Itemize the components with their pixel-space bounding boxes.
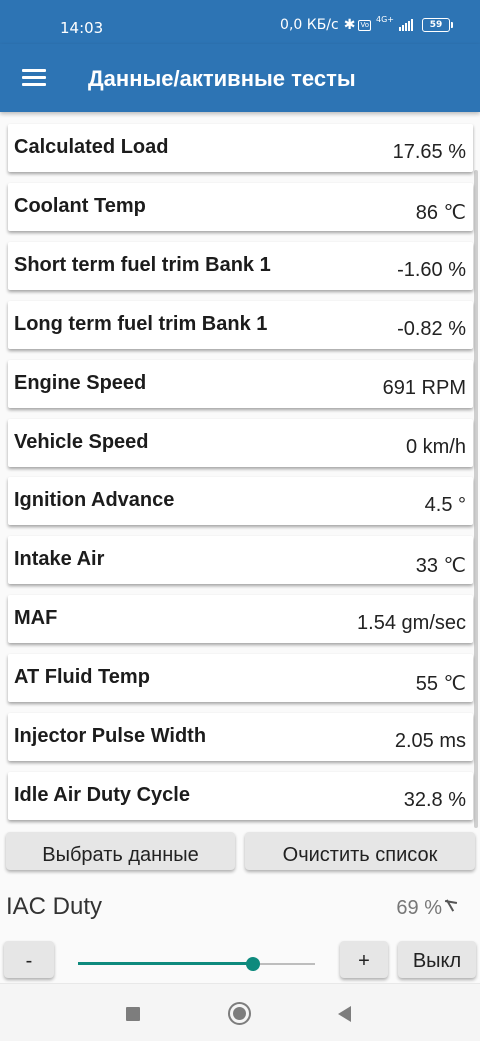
parameter-name: Engine Speed xyxy=(14,371,147,394)
parameter-name: Vehicle Speed xyxy=(14,430,149,453)
parameter-row[interactable]: AT Fluid Temp 55 ℃ xyxy=(8,654,473,703)
slider-thumb[interactable] xyxy=(246,957,261,971)
parameter-row[interactable]: Idle Air Duty Cycle 32.8 % xyxy=(8,771,473,820)
battery-level: 59 xyxy=(429,20,443,30)
battery-icon: 59 xyxy=(422,18,453,32)
clear-list-button[interactable]: Очистить список xyxy=(245,832,475,870)
parameter-name: Ignition Advance xyxy=(14,489,175,512)
parameter-row[interactable]: Intake Air 33 ℃ xyxy=(8,536,473,585)
slider-fill xyxy=(78,962,254,965)
parameter-row[interactable]: Ignition Advance 4.5 ° xyxy=(8,477,473,526)
iac-duty-slider[interactable] xyxy=(78,954,315,974)
status-bar: 14:03 0,0 КБ/с ✱ Vo 4G+ 59 xyxy=(0,0,480,44)
parameter-value: 33 ℃ xyxy=(415,555,466,578)
parameter-value: 17.65 % xyxy=(392,141,466,163)
parameter-list[interactable]: Calculated Load 17.65 % Coolant Temp 86 ℃ Sh… xyxy=(0,112,480,828)
system-navigation-bar xyxy=(0,983,480,1041)
parameter-value: 4.5 ° xyxy=(424,494,466,517)
page-title: Данные/активные тесты xyxy=(88,66,356,91)
parameter-row[interactable]: Short term fuel trim Bank 1 -1.60 % xyxy=(8,241,473,290)
hamburger-menu-icon[interactable] xyxy=(22,69,46,87)
parameter-value: -0.82 % xyxy=(397,317,466,340)
parameter-name: AT Fluid Temp xyxy=(14,666,150,689)
bluetooth-icon: ✱ xyxy=(343,17,356,33)
parameter-name: Idle Air Duty Cycle xyxy=(14,783,190,806)
active-test-value: 69 % xyxy=(396,897,442,919)
network-type-label: 4G+ xyxy=(376,14,394,24)
parameter-value: 0 km/h xyxy=(405,435,466,458)
decrease-button[interactable]: - xyxy=(4,941,54,978)
increase-button[interactable]: + xyxy=(340,941,388,978)
app-bar: Данные/активные тесты xyxy=(0,44,480,112)
parameter-row[interactable]: Calculated Load 17.65 % xyxy=(8,124,473,172)
network-speed: 0,0 КБ/с xyxy=(280,17,339,33)
back-icon[interactable] xyxy=(338,1006,351,1022)
parameter-name: Intake Air xyxy=(14,548,105,571)
parameter-row[interactable]: MAF 1.54 gm/sec xyxy=(8,595,473,644)
home-icon[interactable] xyxy=(228,1002,251,1025)
parameter-row[interactable]: Long term fuel trim Bank 1 -0.82 % xyxy=(8,300,473,349)
parameter-value: -1.60 % xyxy=(397,258,466,281)
parameter-value: 55 ℃ xyxy=(415,673,466,696)
volte-icon: Vo xyxy=(358,19,371,31)
signal-strength-icon xyxy=(399,19,413,31)
parameter-name: Short term fuel trim Bank 1 xyxy=(14,253,271,276)
parameter-row[interactable]: Vehicle Speed 0 km/h xyxy=(8,418,473,467)
parameter-name: Injector Pulse Width xyxy=(14,725,207,747)
status-indicators: 0,0 КБ/с ✱ Vo 4G+ 59 xyxy=(280,14,453,33)
parameter-name: Calculated Load xyxy=(14,136,169,158)
active-test-label: IAC Duty xyxy=(6,893,103,920)
parameter-name: Coolant Temp xyxy=(14,194,146,217)
scrollbar[interactable] xyxy=(474,170,478,828)
parameter-name: Long term fuel trim Bank 1 xyxy=(14,312,268,335)
parameter-row[interactable]: Injector Pulse Width 2.05 ms xyxy=(8,713,473,761)
no-signal-icon xyxy=(443,898,457,912)
parameter-value: 691 RPM xyxy=(382,376,466,399)
parameter-value: 86 ℃ xyxy=(415,201,466,224)
parameter-value: 1.54 gm/sec xyxy=(357,612,466,635)
parameter-name: MAF xyxy=(14,607,58,630)
off-button[interactable]: Выкл xyxy=(398,941,476,978)
parameter-row[interactable]: Coolant Temp 86 ℃ xyxy=(8,182,473,231)
select-data-button[interactable]: Выбрать данные xyxy=(6,832,235,870)
parameter-value: 32.8 % xyxy=(403,788,466,811)
parameter-row[interactable]: Engine Speed 691 RPM xyxy=(8,359,473,408)
recent-apps-icon[interactable] xyxy=(126,1007,140,1021)
status-time: 14:03 xyxy=(60,19,104,37)
parameter-value: 2.05 ms xyxy=(394,730,466,752)
